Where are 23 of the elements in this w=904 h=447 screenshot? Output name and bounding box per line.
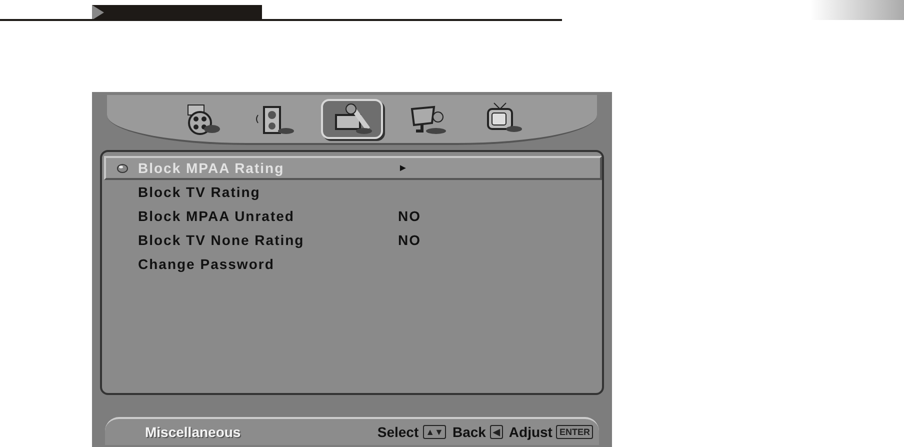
bullet-icon: [116, 164, 128, 172]
play-icon: [92, 5, 104, 20]
menu-item[interactable]: Block TV Rating: [104, 180, 602, 204]
menu-tab[interactable]: [321, 99, 383, 139]
menu-item[interactable]: Block MPAA Unrated NO: [104, 204, 602, 228]
item-label: Change Password: [138, 254, 276, 274]
item-label: Block MPAA Unrated: [138, 206, 296, 226]
hint-label: Back: [452, 422, 486, 442]
item-value: NO: [398, 206, 421, 226]
menu-item[interactable]: Change Password: [104, 252, 602, 276]
item-value: NO: [398, 230, 421, 250]
key-badge: ▲▼: [422, 425, 446, 439]
item-value: ►: [398, 162, 409, 176]
item-label: Block TV None Rating: [138, 230, 306, 250]
item-label: Block MPAA Rating: [138, 158, 286, 178]
hint-label: Adjust: [508, 422, 552, 442]
menu-item[interactable]: Block TV None Rating NO: [104, 228, 602, 252]
section-title: Miscellaneous: [145, 422, 242, 442]
key-badge: ◀: [490, 425, 503, 439]
menu-item[interactable]: Block MPAA Rating ►: [104, 156, 602, 180]
hint-label: Select: [377, 422, 419, 442]
item-label: Block TV Rating: [138, 182, 262, 202]
key-badge: ENTER: [556, 425, 593, 439]
